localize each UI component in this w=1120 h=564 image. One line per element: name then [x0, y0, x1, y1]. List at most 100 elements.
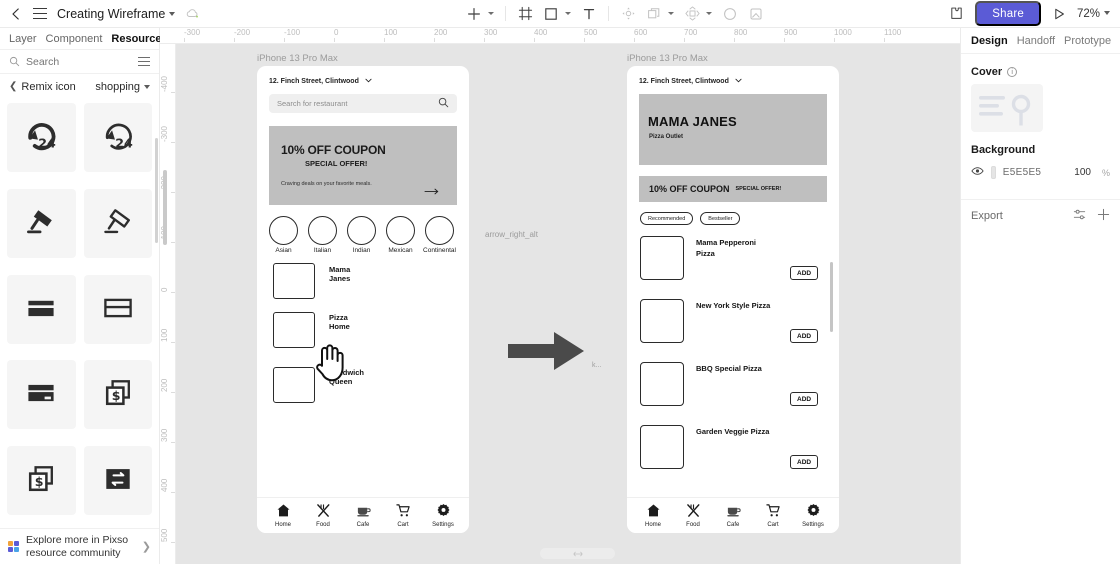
- canvas-vertical-scrollbar[interactable]: [163, 170, 167, 245]
- tab-handoff[interactable]: Handoff: [1017, 35, 1055, 47]
- pixso-community-banner[interactable]: Explore more in Pixso resource community…: [0, 528, 159, 564]
- frame2-label[interactable]: iPhone 13 Pro Max: [627, 53, 708, 64]
- menu-item-thumb[interactable]: [640, 425, 684, 469]
- tab-home[interactable]: Home: [636, 503, 670, 528]
- frame2-list-scrollbar[interactable]: [830, 262, 833, 332]
- tool-component[interactable]: [679, 1, 717, 27]
- canvas-horizontal-scrollbar[interactable]: [540, 548, 615, 559]
- plus-icon[interactable]: [461, 1, 487, 27]
- icon-cell-money-dollar-box-fill[interactable]: $: [83, 360, 152, 430]
- tab-cart[interactable]: Cart: [386, 503, 420, 528]
- plugin-puzzle-icon[interactable]: [949, 6, 964, 21]
- icon-cell-time-24-hours-fill[interactable]: 24: [7, 103, 76, 172]
- background-opacity-value[interactable]: 100: [1074, 167, 1091, 178]
- tab-settings[interactable]: Settings: [796, 503, 830, 528]
- sliders-icon[interactable]: [1073, 208, 1086, 224]
- info-icon[interactable]: i: [1007, 67, 1018, 77]
- chip-bestseller[interactable]: Bestseller: [700, 212, 741, 225]
- tab-food[interactable]: Food: [676, 503, 710, 528]
- category-indian[interactable]: Indian: [347, 216, 376, 254]
- document-title[interactable]: Creating Wireframe: [57, 7, 176, 21]
- image-placeholder-icon[interactable]: [743, 1, 769, 27]
- icon-cell-time-24-hours-line[interactable]: 24: [83, 103, 152, 172]
- tab-food[interactable]: Food: [306, 503, 340, 528]
- add-to-cart-button[interactable]: ADD: [790, 455, 819, 469]
- tab-component[interactable]: Component: [46, 33, 103, 45]
- chevron-down-icon[interactable]: [169, 12, 176, 17]
- hamburger-menu-icon[interactable]: [33, 8, 47, 19]
- icon-cell-bank-card-line[interactable]: [83, 274, 152, 344]
- eye-icon[interactable]: [971, 166, 984, 179]
- tab-prototype[interactable]: Prototype: [1064, 35, 1111, 47]
- chevron-down-icon[interactable]: [1104, 11, 1110, 16]
- restaurant-thumb[interactable]: [273, 312, 315, 348]
- tab-layer[interactable]: Layer: [9, 33, 37, 45]
- frame1-label[interactable]: iPhone 13 Pro Max: [257, 53, 338, 64]
- tool-duplicate[interactable]: [641, 1, 679, 27]
- tool-shape[interactable]: [538, 1, 576, 27]
- tab-design[interactable]: Design: [971, 35, 1008, 47]
- icon-cell-bank-card-2-fill[interactable]: [7, 360, 76, 430]
- chevron-left-icon[interactable]: ❮: [9, 81, 17, 92]
- chevron-down-icon[interactable]: [706, 12, 712, 15]
- frame-icon[interactable]: [512, 1, 538, 27]
- arrow-right-alt-icon[interactable]: [508, 328, 586, 377]
- tab-settings[interactable]: Settings: [426, 503, 460, 528]
- share-button[interactable]: Share: [975, 1, 1041, 26]
- square-icon[interactable]: [538, 1, 564, 27]
- restaurant-name[interactable]: Pizza Home: [329, 313, 350, 331]
- chevron-left-icon[interactable]: [9, 7, 23, 21]
- search-icon[interactable]: [438, 97, 449, 110]
- connector-label[interactable]: arrow_right_alt: [485, 230, 538, 239]
- design-canvas[interactable]: iPhone 13 Pro Max 12. Finch Street, Clin…: [176, 44, 960, 564]
- frame1-coupon-banner[interactable]: 10% OFF COUPON SPECIAL OFFER! Craving de…: [269, 126, 457, 205]
- frame1-search-field[interactable]: Search for restaurant: [269, 94, 457, 113]
- chevron-down-icon[interactable]: [365, 78, 372, 85]
- icon-grid-scrollbar[interactable]: [155, 138, 158, 243]
- restaurant-thumb[interactable]: [273, 263, 315, 299]
- background-color-swatch[interactable]: [991, 166, 996, 179]
- tab-cafe[interactable]: Cafe: [346, 503, 380, 528]
- icon-cell-auction-line[interactable]: [83, 188, 152, 258]
- restaurant-thumb[interactable]: [273, 367, 315, 403]
- menu-item-thumb[interactable]: [640, 362, 684, 406]
- list-view-icon[interactable]: [138, 57, 150, 66]
- frame2-address[interactable]: 12. Finch Street, Clintwood: [639, 78, 742, 85]
- tab-cart[interactable]: Cart: [756, 503, 790, 528]
- add-to-cart-button[interactable]: ADD: [790, 266, 819, 280]
- component-icon[interactable]: [679, 1, 705, 27]
- breadcrumb-label[interactable]: Remix icon: [21, 81, 75, 93]
- frame2-coupon-banner[interactable]: 10% OFF COUPON SPECIAL OFFER!: [639, 176, 827, 202]
- tab-cafe[interactable]: Cafe: [716, 503, 750, 528]
- frame2-hero-banner[interactable]: MAMA JANES Pizza Outlet: [639, 94, 827, 165]
- copy-icon[interactable]: [641, 1, 667, 27]
- tab-resource[interactable]: Resource: [111, 33, 161, 45]
- category-mexican[interactable]: Mexican: [386, 216, 415, 254]
- tab-home[interactable]: Home: [266, 503, 300, 528]
- category-dropdown[interactable]: shopping: [95, 81, 150, 93]
- icon-cell-auction-fill[interactable]: [7, 188, 76, 258]
- resource-search-bar[interactable]: [0, 50, 159, 74]
- plus-icon[interactable]: [1097, 208, 1110, 224]
- restaurant-name[interactable]: Mama Janes: [329, 265, 350, 283]
- category-asian[interactable]: Asian: [269, 216, 298, 254]
- chevron-down-icon[interactable]: [668, 12, 674, 15]
- text-T-icon[interactable]: [576, 1, 602, 27]
- move-target-icon[interactable]: [615, 1, 641, 27]
- frame1-artboard[interactable]: 12. Finch Street, Clintwood Search for r…: [257, 66, 469, 533]
- chevron-down-icon[interactable]: [488, 12, 494, 15]
- chevron-down-icon[interactable]: [565, 12, 571, 15]
- background-hex-value[interactable]: E5E5E5: [1003, 167, 1042, 178]
- frame2-artboard[interactable]: 12. Finch Street, Clintwood MAMA JANES P…: [627, 66, 839, 533]
- search-input[interactable]: [26, 55, 131, 68]
- add-to-cart-button[interactable]: ADD: [790, 329, 819, 343]
- play-triangle-icon[interactable]: [1052, 7, 1066, 21]
- chevron-down-icon[interactable]: [735, 78, 742, 85]
- arrow-right-icon[interactable]: [424, 186, 441, 198]
- chip-recommended[interactable]: Recommended: [640, 212, 694, 225]
- menu-item-thumb[interactable]: [640, 299, 684, 343]
- icon-cell-exchange-box-fill[interactable]: [83, 446, 152, 516]
- cover-thumbnail[interactable]: [971, 84, 1043, 132]
- frame1-address[interactable]: 12. Finch Street, Clintwood: [269, 78, 372, 85]
- chevron-right-icon[interactable]: ❯: [142, 540, 151, 553]
